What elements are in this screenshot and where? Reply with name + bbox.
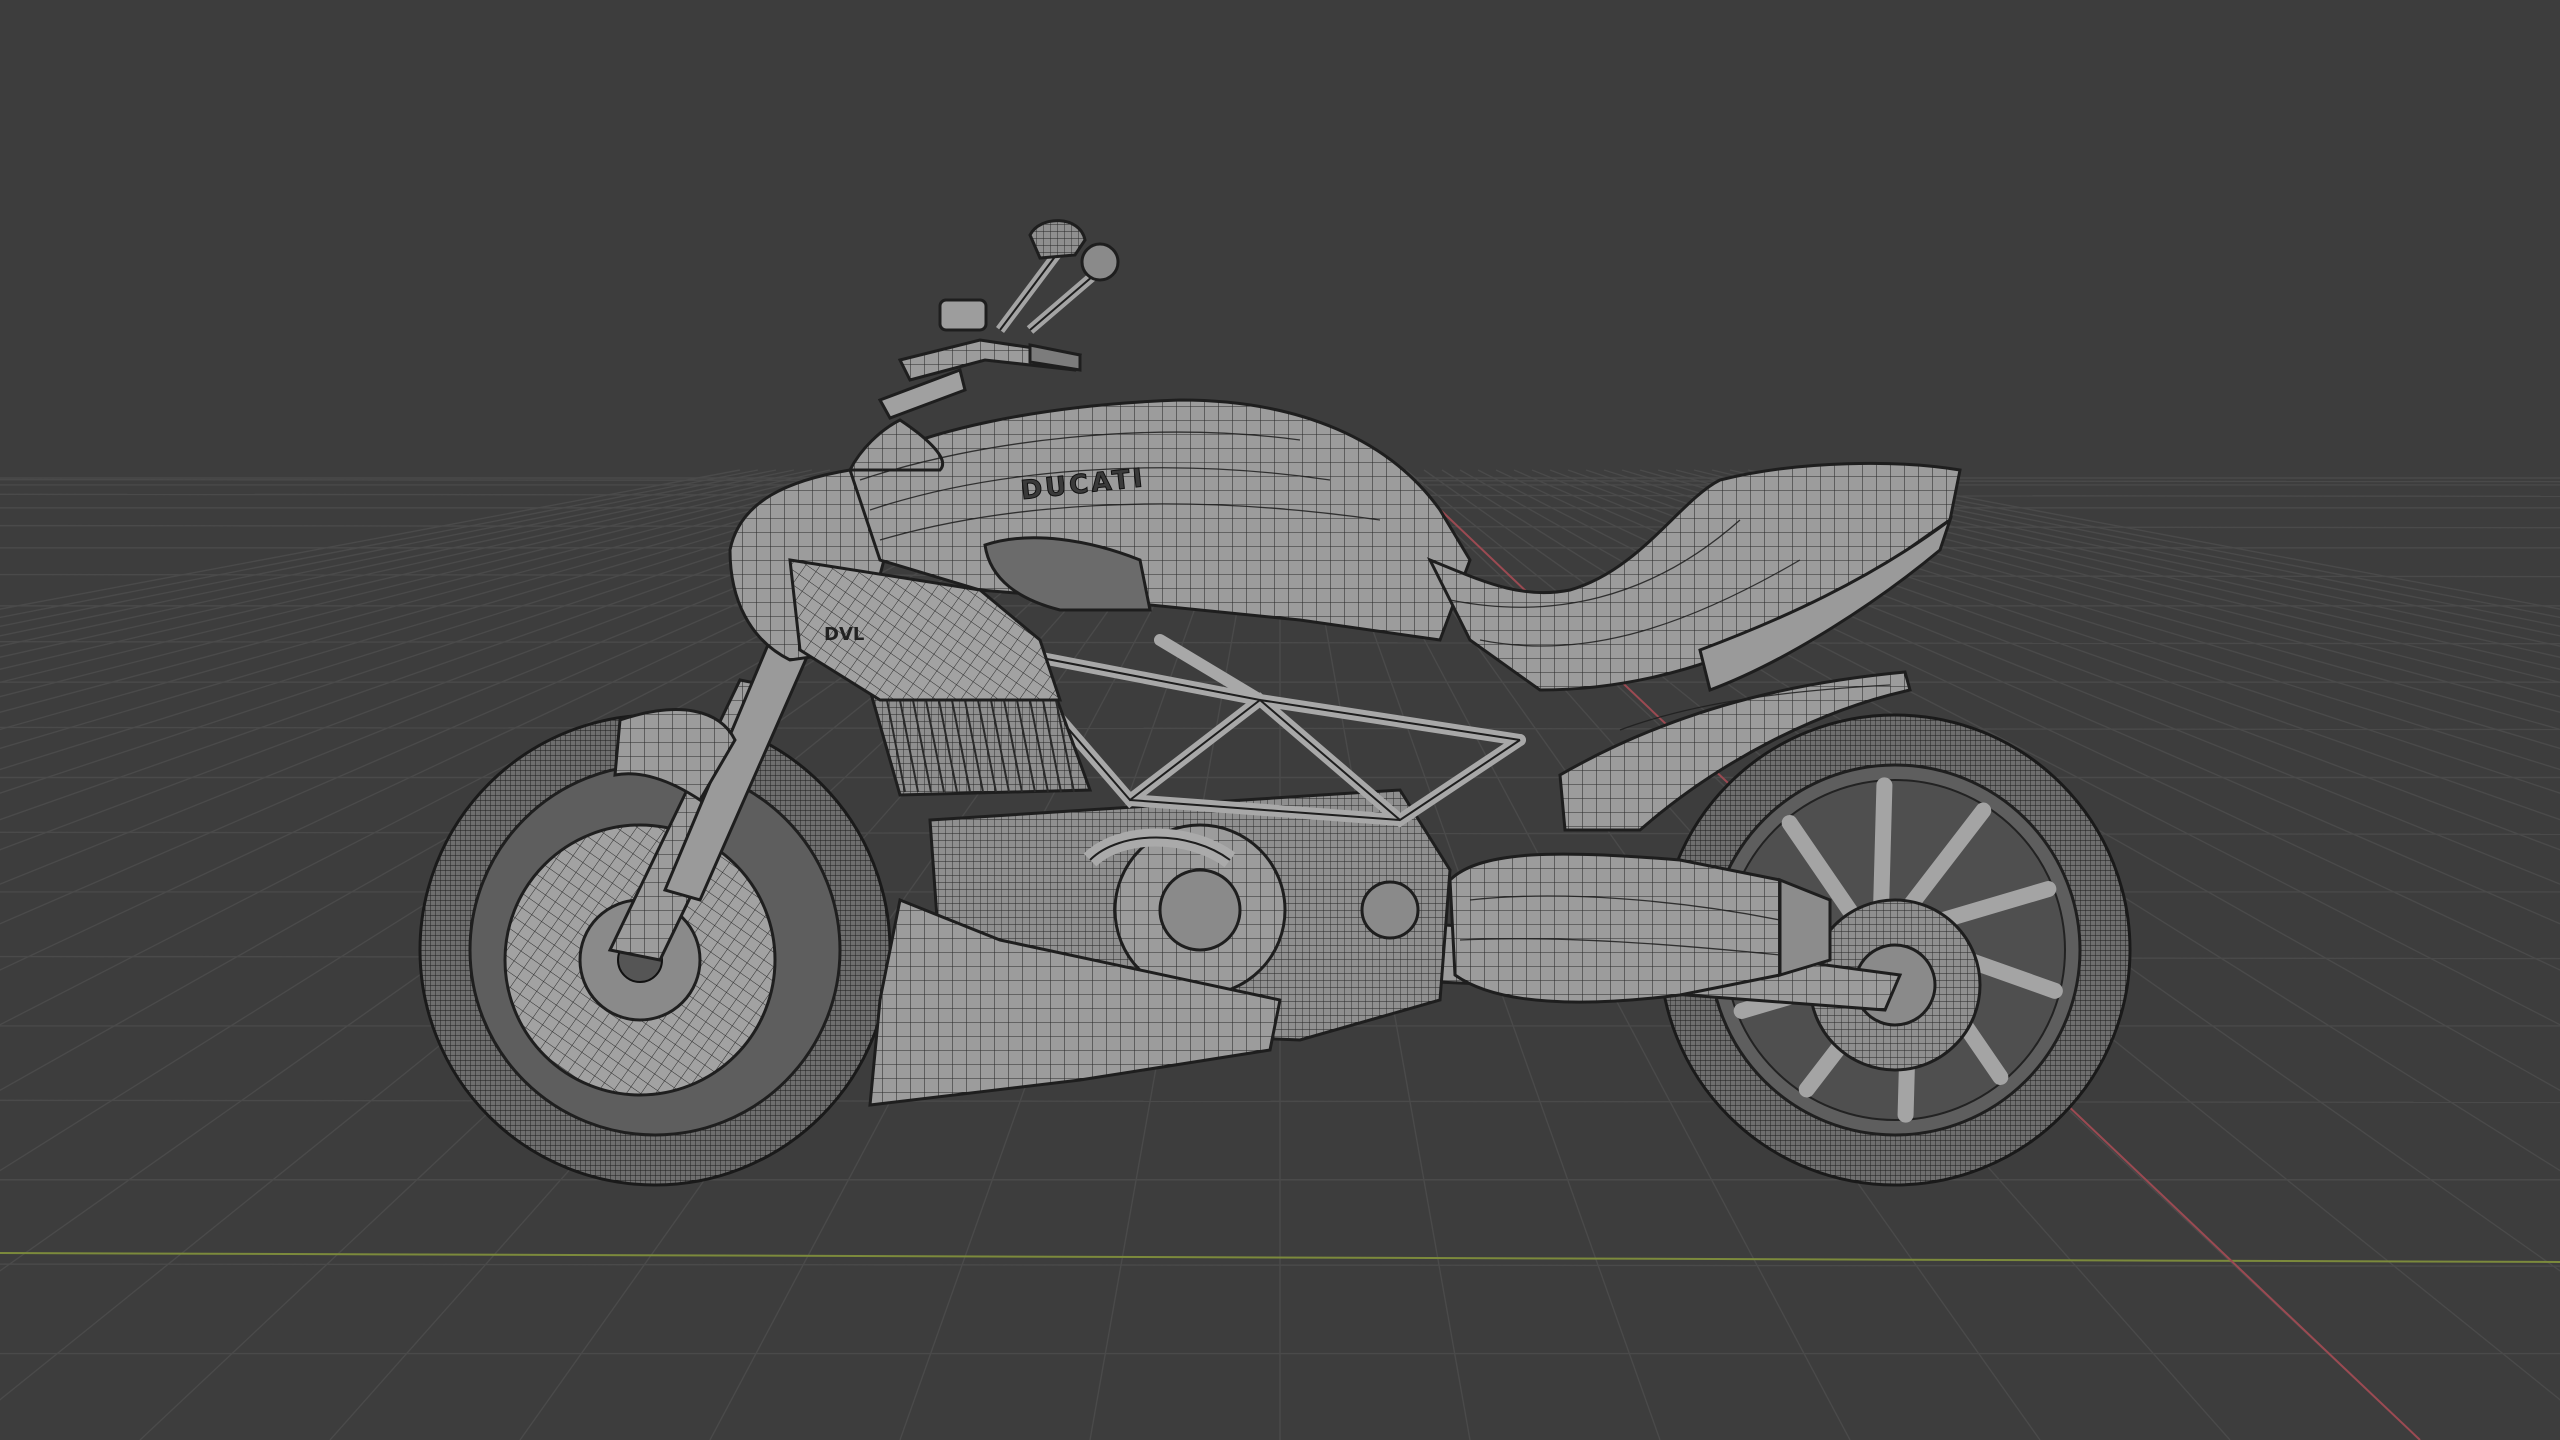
rear-wheel-spoke — [1873, 777, 1893, 916]
side-badge-text: DVL — [824, 624, 864, 645]
viewport-canvas[interactable]: DUCATI DVL — [0, 0, 2560, 1440]
3d-viewport[interactable]: DUCATI DVL — [0, 0, 2560, 1440]
exhaust-muffler[interactable] — [1448, 852, 1804, 1004]
instrument-cluster[interactable] — [938, 298, 988, 332]
